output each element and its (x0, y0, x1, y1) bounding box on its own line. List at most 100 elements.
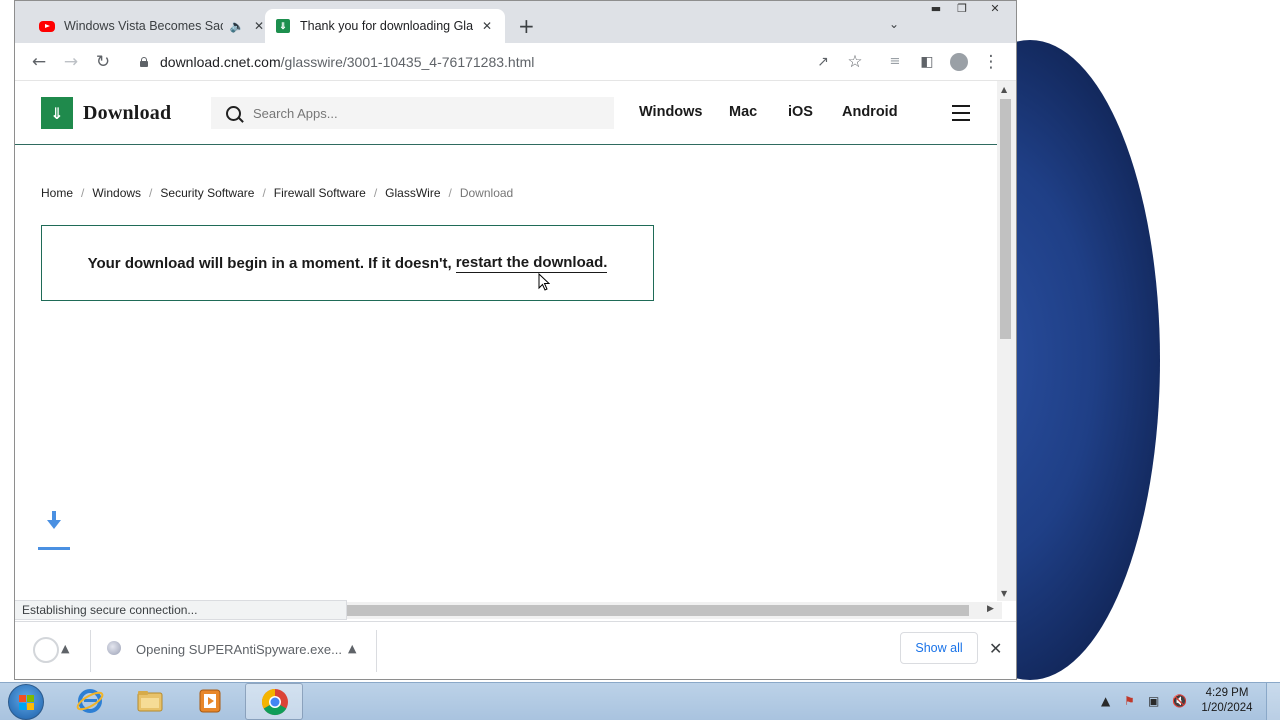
breadcrumb-separator: / (448, 186, 452, 200)
breadcrumb-windows[interactable]: Windows (92, 186, 141, 200)
new-tab-icon[interactable]: + (518, 15, 535, 37)
breadcrumb-security-software[interactable]: Security Software (160, 186, 254, 200)
search-icon[interactable] (226, 105, 241, 121)
browser-window: Windows Vista Becomes Sad 🔈 ✕ ⇓ Thank yo… (14, 0, 1017, 680)
mouse-cursor-icon (538, 273, 550, 291)
clock-time: 4:29 PM (1205, 687, 1249, 699)
volume-muted-icon[interactable]: 🔇 (1172, 694, 1187, 708)
tab-search-chevron-icon[interactable]: ⌄ (889, 17, 899, 31)
web-page: ⇓ Download Windows Mac iOS Android Home … (15, 81, 997, 601)
reading-list-icon[interactable]: ≡ (884, 51, 906, 73)
scroll-down-arrow-icon[interactable]: ▼ (1001, 589, 1007, 598)
vertical-scroll-thumb[interactable] (1000, 99, 1011, 339)
breadcrumb-download: Download (459, 186, 514, 200)
breadcrumb-separator: / (149, 186, 153, 200)
clock-date: 1/20/2024 (1201, 702, 1253, 714)
vertical-scrollbar[interactable]: ▲ ▼ (997, 81, 1016, 601)
download-file-name[interactable]: Opening SUPERAntiSpyware.exe... (136, 642, 342, 657)
close-window-icon[interactable]: ✕ (975, 1, 1015, 17)
reload-icon[interactable]: ↻ (92, 51, 114, 73)
breadcrumb-home[interactable]: Home (41, 186, 73, 200)
media-player-icon (199, 689, 221, 713)
scroll-up-arrow-icon[interactable]: ▲ (1001, 85, 1007, 94)
url-text: download.cnet.com/glasswire/3001-10435_4… (160, 54, 534, 70)
address-bar[interactable]: download.cnet.com/glasswire/3001-10435_4… (127, 48, 867, 76)
internet-explorer-icon (76, 689, 104, 713)
profile-avatar-icon[interactable] (948, 51, 970, 73)
logo-text: Download (83, 101, 172, 124)
tab-cnet-download[interactable]: ⇓ Thank you for downloading Glass ✕ (265, 9, 505, 43)
network-icon[interactable]: ▣ (1148, 694, 1159, 708)
taskbar: ▲ ⚑ ▣ 🔇 4:29 PM 1/20/2024 (0, 682, 1280, 720)
taskbar-media-player[interactable] (181, 683, 239, 720)
lock-icon[interactable] (139, 57, 149, 67)
taskbar-chrome[interactable] (245, 683, 303, 720)
tab-close-icon[interactable]: ✕ (479, 19, 495, 33)
breadcrumb-firewall-software[interactable]: Firewall Software (274, 186, 366, 200)
chevron-up-icon[interactable]: ▲ (61, 642, 69, 655)
breadcrumb: Home / Windows / Security Software / Fir… (41, 186, 513, 200)
status-bubble: Establishing secure connection... (15, 600, 347, 620)
browser-menu-icon[interactable]: ⋮ (980, 51, 1002, 73)
url-domain: download.cnet.com (160, 54, 281, 70)
download-notice: Your download will begin in a moment. If… (41, 225, 654, 301)
side-panel-icon[interactable]: ◧ (916, 51, 938, 73)
taskbar-file-explorer[interactable] (121, 683, 179, 720)
tab-title: Thank you for downloading Glass (300, 19, 473, 33)
file-icon (107, 641, 121, 655)
url-path: /glasswire/3001-10435_4-76171283.html (280, 54, 535, 70)
tab-title: Windows Vista Becomes Sad (64, 19, 223, 33)
youtube-icon (39, 18, 55, 34)
action-center-flag-icon[interactable]: ⚑ (1124, 694, 1135, 708)
file-explorer-icon (137, 691, 163, 712)
download-logo-icon: ⇓ (41, 97, 73, 129)
forward-icon[interactable]: → (60, 51, 82, 73)
back-icon[interactable]: ← (28, 51, 50, 73)
tab-strip: Windows Vista Becomes Sad 🔈 ✕ ⇓ Thank yo… (15, 1, 1016, 43)
breadcrumb-glasswire[interactable]: GlassWire (385, 186, 440, 200)
cnet-download-icon: ⇓ (275, 18, 291, 34)
close-shelf-icon[interactable]: ✕ (989, 639, 1002, 658)
share-icon[interactable]: ↗ (812, 51, 834, 73)
download-progress-bar (38, 547, 70, 550)
shelf-divider (90, 630, 91, 672)
show-all-button[interactable]: Show all (900, 632, 978, 664)
windows-logo-icon (19, 695, 35, 711)
breadcrumb-separator: / (81, 186, 85, 200)
download-spinner-icon (33, 637, 59, 663)
notice-text: Your download will begin in a moment. If… (87, 254, 452, 272)
hamburger-menu-icon[interactable] (952, 105, 970, 121)
search-input[interactable] (253, 105, 593, 121)
shelf-divider (376, 630, 377, 672)
download-shelf: ▲ Opening SUPERAntiSpyware.exe... ▲ Show… (15, 621, 1016, 679)
show-desktop-button[interactable] (1266, 683, 1280, 720)
desktop-left-edge (0, 0, 14, 682)
download-arrow-shape (47, 511, 61, 529)
nav-windows[interactable]: Windows (639, 104, 703, 120)
nav-ios[interactable]: iOS (788, 104, 813, 120)
minimize-icon[interactable]: ▬ (923, 1, 949, 17)
site-search[interactable] (211, 97, 614, 129)
speaker-icon[interactable]: 🔈 (229, 19, 245, 33)
scroll-right-arrow-icon[interactable]: ▶ (987, 604, 994, 614)
system-clock[interactable]: 4:29 PM 1/20/2024 (1196, 686, 1258, 716)
nav-mac[interactable]: Mac (729, 104, 757, 120)
tab-youtube[interactable]: Windows Vista Becomes Sad 🔈 ✕ (29, 9, 277, 43)
window-controls: ▬ ❐ ✕ (923, 1, 1015, 19)
site-header: ⇓ Download Windows Mac iOS Android (15, 81, 997, 145)
download-arrow-icon[interactable] (37, 511, 71, 551)
breadcrumb-separator: / (262, 186, 266, 200)
horizontal-scrollbar[interactable]: ▶ (347, 602, 1002, 619)
restore-icon[interactable]: ❐ (949, 1, 975, 17)
bookmark-star-icon[interactable]: ☆ (844, 51, 866, 73)
start-button[interactable] (8, 684, 44, 720)
restart-download-link[interactable]: restart the download. (455, 254, 608, 273)
taskbar-internet-explorer[interactable] (61, 683, 119, 720)
tray-overflow-arrow-icon[interactable]: ▲ (1101, 694, 1110, 708)
site-logo[interactable]: ⇓ Download (41, 97, 171, 129)
browser-toolbar: ← → ↻ download.cnet.com/glasswire/3001-1… (15, 43, 1016, 81)
nav-android[interactable]: Android (842, 104, 898, 120)
breadcrumb-separator: / (373, 186, 378, 200)
horizontal-scroll-thumb[interactable] (347, 605, 969, 616)
chevron-up-icon[interactable]: ▲ (348, 642, 356, 655)
